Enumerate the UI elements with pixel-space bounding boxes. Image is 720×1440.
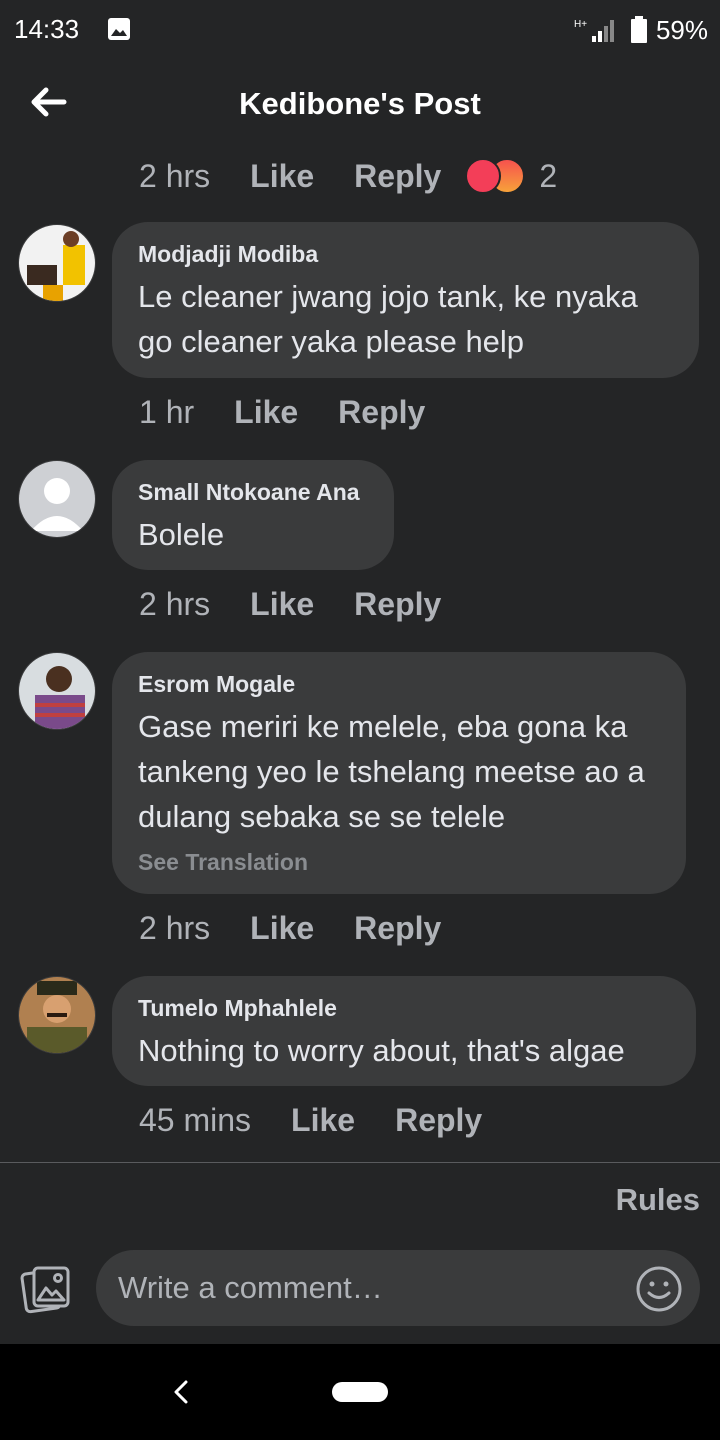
comment-meta: 2 hrs Like Reply	[139, 582, 441, 626]
reply-button[interactable]: Reply	[354, 158, 441, 195]
status-bar: 14:33 H+ 59%	[0, 0, 720, 60]
comment-text: Nothing to worry about, that's algae	[138, 1033, 625, 1068]
comment-meta: 2 hrs Like Reply	[139, 906, 441, 950]
comment-text: Bolele	[138, 517, 225, 552]
comment-input[interactable]	[96, 1250, 700, 1326]
like-button[interactable]: Like	[250, 910, 314, 947]
comment-bubble[interactable]: Esrom Mogale Gase meriri ke melele, eba …	[112, 652, 686, 894]
page-title: Kedibone's Post	[239, 86, 481, 121]
status-time: 14:33	[14, 14, 80, 44]
like-button[interactable]: Like	[250, 586, 314, 623]
avatar[interactable]	[18, 976, 96, 1054]
reply-button[interactable]: Reply	[338, 394, 425, 431]
like-button[interactable]: Like	[234, 394, 298, 431]
comment-author[interactable]: Tumelo Mphahlele	[138, 994, 670, 1022]
post-time: 2 hrs	[139, 157, 211, 194]
battery-percent: 59%	[655, 14, 708, 45]
comment-meta: 45 mins Like Reply	[139, 1098, 482, 1142]
comment-meta: 1 hr Like Reply	[139, 390, 425, 434]
comment-bubble[interactable]: Modjadji Modiba Le cleaner jwang jojo ta…	[112, 222, 699, 378]
comment-text: Le cleaner jwang jojo tank, ke nyaka go …	[138, 279, 638, 359]
gallery-notification-icon	[108, 18, 130, 40]
comment-time: 2 hrs	[139, 585, 211, 622]
nav-back-icon[interactable]	[170, 1374, 194, 1410]
comment-time: 2 hrs	[139, 909, 211, 946]
like-button[interactable]: Like	[250, 158, 314, 195]
rules-link[interactable]: Rules	[616, 1182, 700, 1218]
header: Kedibone's Post	[0, 60, 720, 152]
comment-bubble[interactable]: Small Ntokoane Ana Bolele	[112, 460, 394, 570]
comment-author[interactable]: Small Ntokoane Ana	[138, 478, 368, 506]
battery-icon	[630, 16, 647, 43]
divider	[0, 1162, 720, 1163]
comment-text: Gase meriri ke melele, eba gona ka tanke…	[138, 709, 645, 834]
signal-icon: H+	[574, 19, 614, 42]
comment-bubble[interactable]: Tumelo Mphahlele Nothing to worry about,…	[112, 976, 696, 1086]
reply-button[interactable]: Reply	[395, 1102, 482, 1139]
reply-button[interactable]: Reply	[354, 586, 441, 623]
comment-time: 1 hr	[139, 393, 195, 430]
post-meta: 2 hrs Like Reply 2	[139, 154, 557, 198]
nav-home-pill[interactable]	[332, 1382, 388, 1402]
avatar[interactable]	[18, 224, 96, 302]
avatar[interactable]	[18, 460, 96, 538]
see-translation-link[interactable]: See Translation	[138, 849, 660, 876]
avatar[interactable]	[18, 652, 96, 730]
reply-button[interactable]: Reply	[354, 910, 441, 947]
reaction-count: 2	[539, 157, 558, 194]
comment-author[interactable]: Modjadji Modiba	[138, 240, 673, 268]
emoji-icon[interactable]	[634, 1264, 684, 1314]
comment-time: 45 mins	[139, 1101, 252, 1138]
like-button[interactable]: Like	[291, 1102, 355, 1139]
reactions[interactable]: 2	[465, 158, 557, 195]
photo-icon[interactable]	[20, 1262, 72, 1314]
network-type: H+	[574, 19, 587, 30]
comment-author[interactable]: Esrom Mogale	[138, 670, 660, 698]
